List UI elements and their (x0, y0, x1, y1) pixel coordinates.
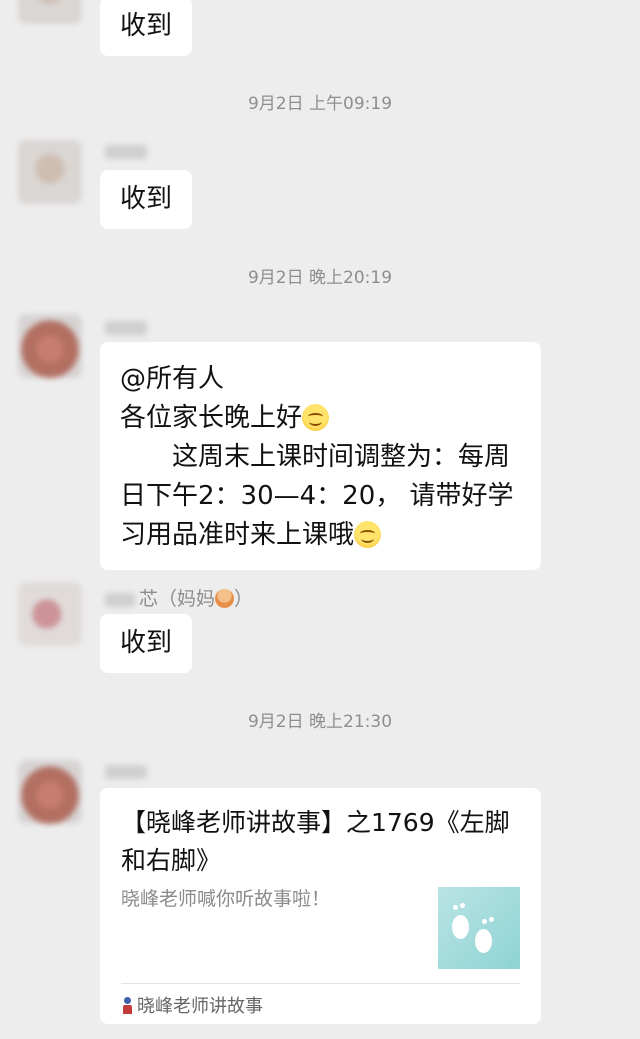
message-line: 各位家长晚上好 (120, 399, 521, 438)
sender-name (105, 760, 151, 782)
message-line: 这周末上课时间调整为：每周 (172, 442, 511, 472)
message-line: 习用品准时来上课哦 (120, 516, 521, 555)
card-source: 晓峰老师讲故事 (121, 992, 263, 1018)
message-bubble[interactable]: 收到 (100, 0, 193, 56)
message-bubble[interactable]: 收到 (100, 170, 193, 229)
message-text: 收到 (120, 11, 173, 41)
message-bubble[interactable]: @所有人 各位家长晚上好 这周末上课时间调整为：每周 日下午2：30—4：20，… (100, 342, 541, 570)
card-title: 【晓峰老师讲故事】之1769《左脚和右脚》 (121, 808, 510, 875)
woman-emoji (215, 589, 235, 608)
card-description: 晓峰老师喊你听故事啦！ (121, 888, 331, 910)
link-card[interactable]: 【晓峰老师讲故事】之1769《左脚和右脚》 晓峰老师喊你听故事啦！ 晓峰老师讲故… (100, 788, 541, 1024)
timestamp: 9月2日 晚上20:19 (247, 268, 393, 288)
card-divider (121, 983, 520, 984)
message-line: @所有人 (120, 364, 225, 394)
message-text: 收到 (120, 184, 173, 214)
avatar[interactable] (18, 314, 82, 378)
footprints-thumbnail (438, 887, 520, 969)
sender-name: 芯（妈妈） (105, 584, 253, 611)
avatar[interactable] (18, 582, 82, 646)
sender-name (105, 316, 151, 338)
person-icon (121, 997, 133, 1015)
smiling-face-emoji (354, 521, 382, 548)
avatar[interactable] (18, 760, 82, 824)
avatar[interactable] (18, 0, 82, 24)
timestamp: 9月2日 晚上21:30 (247, 712, 393, 732)
timestamp: 9月2日 上午09:19 (247, 94, 393, 114)
avatar[interactable] (18, 140, 82, 204)
message-line: 日下午2：30—4：20， 请带好学 (120, 481, 514, 511)
smiling-face-emoji (302, 404, 330, 431)
sender-name (105, 140, 151, 162)
message-text: 收到 (120, 628, 173, 658)
message-bubble[interactable]: 收到 (100, 614, 193, 673)
